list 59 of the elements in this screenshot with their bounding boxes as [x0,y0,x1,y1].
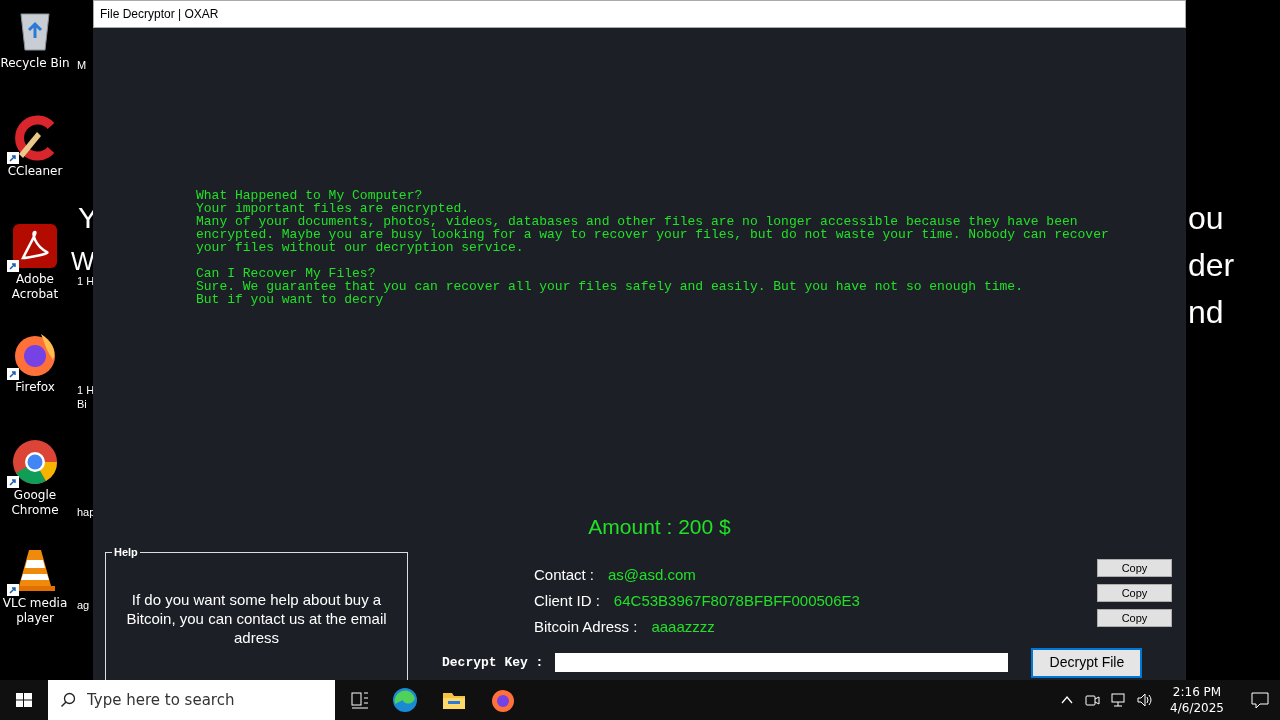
note-line: encrypted. Maybe you are busy looking for a way to recover your files, but do not waste your time. Nobody can recover [196,228,1110,241]
note-line: your files without our decryption service. [196,241,525,254]
icon-label: ag [77,598,90,612]
desktop-icon[interactable]: Firefox [0,330,70,438]
background-text: der [1188,246,1235,285]
shortcut-arrow-icon [7,260,19,272]
note-line: Many of your documents, photos, videos, databases and other files are no longer accessible because they have been [196,215,1079,228]
decrypt-file-button[interactable]: Decrypt File [1031,647,1143,678]
background-text: W [71,248,95,274]
icon-label: M [77,58,87,72]
note-line: But if you want to decry [196,293,384,306]
icon-label: VLC media player [1,596,69,626]
icon-label: 1 H [77,274,95,288]
field-value: aaaazzzz [651,617,715,638]
task-view-icon[interactable] [350,690,370,710]
shortcut-arrow-icon [7,368,19,380]
search-field[interactable]: Type here to search [48,680,335,720]
shortcut-arrow-icon [7,584,19,596]
icon-label: Google Chrome [10,488,60,518]
icon-label: Adobe Acrobat [10,272,60,302]
background-text: nd [1188,293,1225,332]
desktop-icon[interactable]: CCleaner [0,114,70,222]
browser-icon [11,438,59,486]
note-line: Can I Recover My Files? [196,267,377,280]
icon-label: CCleaner [7,164,63,179]
camera-icon[interactable] [1084,692,1101,708]
note-line: Your important files are encrypted. [196,202,471,215]
desktop-icon[interactable]: Adobe Acrobat [0,222,70,330]
field-label: Contact : [534,565,595,586]
field-label: Client ID : [534,591,600,612]
icon-label: Bi [77,397,88,411]
clock[interactable]: 2:16 PM 4/6/2025 [1164,684,1230,716]
field-value: as@asd.com [608,565,696,586]
icon-label: Recycle Bin [0,56,70,71]
notification-icon[interactable] [1250,690,1270,710]
window-title: File Decryptor | OXAR [100,6,219,23]
field-value: 64C53B3967F8078BFBFF000506E3 [613,591,860,612]
copy-button[interactable]: Copy [1097,608,1172,627]
background-text: ou [1188,199,1225,238]
field-label: Bitcoin Adress : [534,617,638,638]
copy-button[interactable]: Copy [1097,583,1172,602]
desktop-icon[interactable]: VLC media player [0,546,70,654]
speaker-icon[interactable] [1136,692,1155,708]
decrypt-key-label: Decrypt Key : [442,653,544,672]
help-text: If do you want some help about buy a Bitcoin, you can contact us at the email adress [125,590,388,647]
icon-label: Firefox [15,380,55,395]
desktop-icon[interactable]: Google Chrome [0,438,70,546]
note-line: Sure. We guarantee that you can recover all your files safely and easily. But you have not so enough time. [196,280,1024,293]
copy-button[interactable]: Copy [1097,558,1172,577]
note-line: What Happened to My Computer? [196,189,424,202]
amount-text: Amount : 200 $ [588,514,731,540]
desktop-icon[interactable]: Recycle Bin [0,6,70,114]
decrypt-key-field[interactable] [555,653,1009,672]
shortcut-arrow-icon [7,476,19,488]
browser-icon[interactable] [391,686,419,714]
search-icon [60,692,76,708]
network-icon[interactable] [1110,692,1127,708]
shortcut-arrow-icon [7,152,19,164]
icon-label: 1 H [77,383,95,397]
